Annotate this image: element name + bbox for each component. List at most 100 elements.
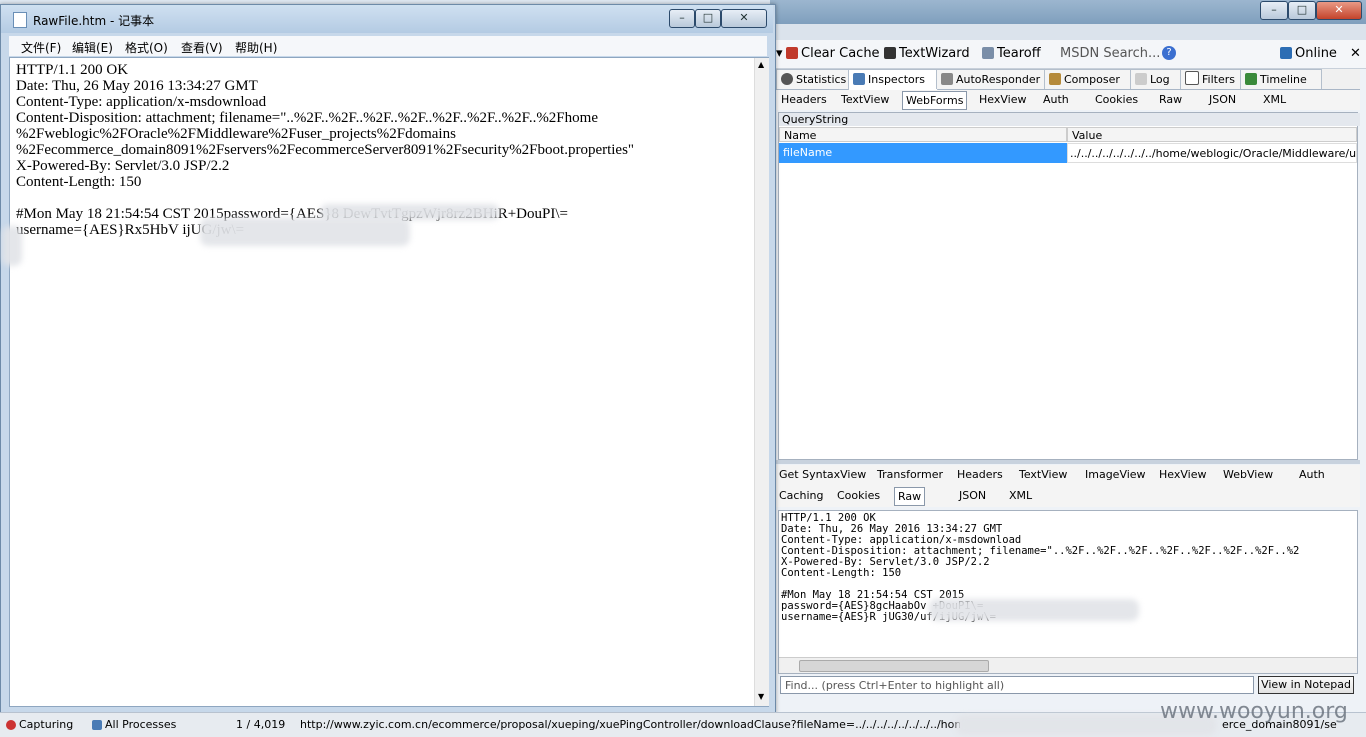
resp-tab-headers[interactable]: Headers bbox=[954, 466, 1006, 483]
notepad-line: HTTP/1.1 200 OK bbox=[16, 62, 129, 78]
req-tab-webforms[interactable]: WebForms bbox=[902, 91, 968, 110]
notepad-maximize-button[interactable]: □ bbox=[695, 9, 721, 28]
tab-autoresponder[interactable]: AutoResponder bbox=[936, 69, 1046, 89]
redaction-blur bbox=[929, 599, 1139, 621]
textwizard-button[interactable]: TextWizard bbox=[884, 46, 970, 61]
req-tab-xml[interactable]: XML bbox=[1260, 91, 1289, 108]
req-tab-raw[interactable]: Raw bbox=[1156, 91, 1185, 108]
querystring-row-name[interactable]: fileName bbox=[779, 143, 1067, 163]
notepad-line: Date: Thu, 26 May 2016 13:34:27 GMT bbox=[16, 78, 258, 94]
online-label: Online bbox=[1295, 46, 1337, 61]
req-tab-json[interactable]: JSON bbox=[1206, 91, 1239, 108]
fiddler-minimize-button[interactable]: – bbox=[1260, 1, 1288, 20]
response-raw-panel[interactable]: HTTP/1.1 200 OK Date: Thu, 26 May 2016 13… bbox=[778, 510, 1358, 674]
composer-icon bbox=[1049, 73, 1061, 85]
filters-checkbox-icon bbox=[1185, 71, 1199, 85]
resp-tab-raw[interactable]: Raw bbox=[894, 487, 926, 506]
log-icon bbox=[1135, 73, 1147, 85]
process-filter-label: All Processes bbox=[105, 718, 177, 731]
tab-inspectors-label: Inspectors bbox=[868, 73, 926, 86]
watermark: www.wooyun.org bbox=[1160, 699, 1348, 724]
notepad-line: Content-Disposition: attachment; filenam… bbox=[16, 110, 598, 126]
fiddler-menubar bbox=[770, 24, 1366, 40]
req-tab-headers[interactable]: Headers bbox=[778, 91, 830, 108]
tab-timeline[interactable]: Timeline bbox=[1240, 69, 1322, 89]
resp-tab-imageview[interactable]: ImageView bbox=[1082, 466, 1149, 483]
querystring-row-value[interactable]: ../../../../../../../../home/weblogic/Or… bbox=[1067, 143, 1357, 163]
main-tabs: Statistics Inspectors AutoResponder Comp… bbox=[776, 69, 1360, 90]
menu-help[interactable]: 帮助(H) bbox=[235, 39, 277, 56]
column-header-value[interactable]: Value bbox=[1067, 127, 1357, 142]
tab-statistics-label: Statistics bbox=[796, 73, 847, 86]
tab-composer-label: Composer bbox=[1064, 73, 1120, 86]
capturing-icon bbox=[6, 720, 16, 730]
fiddler-window: – □ ✕ ▾ Clear Cache TextWizard Tearoff M… bbox=[770, 0, 1366, 736]
querystring-panel: QueryString Name Value fileName ../../..… bbox=[778, 112, 1360, 460]
fiddler-toolbar: ▾ Clear Cache TextWizard Tearoff MSDN Se… bbox=[770, 40, 1366, 69]
notepad-text-area[interactable]: HTTP/1.1 200 OK Date: Thu, 26 May 2016 13… bbox=[2, 57, 769, 707]
hscroll-thumb[interactable] bbox=[799, 660, 989, 672]
scroll-down-arrow-icon[interactable]: ▼ bbox=[758, 692, 764, 701]
fiddler-maximize-button[interactable]: □ bbox=[1288, 1, 1316, 20]
find-input[interactable]: Find... (press Ctrl+Enter to highlight a… bbox=[780, 676, 1254, 694]
panel-splitter[interactable] bbox=[776, 460, 1360, 464]
tab-statistics[interactable]: Statistics bbox=[776, 69, 850, 89]
menu-format[interactable]: 格式(O) bbox=[125, 39, 168, 56]
resp-tab-cookies[interactable]: Cookies bbox=[834, 487, 883, 504]
tab-composer[interactable]: Composer bbox=[1044, 69, 1134, 89]
resp-tab-hexview[interactable]: HexView bbox=[1156, 466, 1209, 483]
notepad-close-button[interactable]: ✕ bbox=[721, 9, 767, 28]
resp-tab-webview[interactable]: WebView bbox=[1220, 466, 1276, 483]
menu-edit[interactable]: 编辑(E) bbox=[72, 39, 113, 56]
scroll-up-arrow-icon[interactable]: ▲ bbox=[758, 60, 764, 69]
resp-tab-textview[interactable]: TextView bbox=[1016, 466, 1070, 483]
notepad-vscrollbar[interactable]: ▲ ▼ bbox=[754, 58, 769, 706]
notepad-minimize-button[interactable]: – bbox=[669, 9, 695, 28]
clear-cache-icon bbox=[786, 47, 798, 59]
resp-tab-auth[interactable]: Auth bbox=[1296, 466, 1328, 483]
capturing-indicator[interactable]: Capturing bbox=[6, 718, 73, 731]
view-in-notepad-button[interactable]: View in Notepad bbox=[1258, 676, 1354, 694]
tab-autoresponder-label: AutoResponder bbox=[956, 73, 1041, 86]
help-icon[interactable]: ? bbox=[1162, 46, 1176, 60]
textwizard-icon bbox=[884, 47, 896, 59]
tearoff-button[interactable]: Tearoff bbox=[982, 46, 1041, 61]
notepad-line: %2Fecommerce_domain8091%2Fservers%2Fecom… bbox=[16, 142, 635, 158]
notepad-line: X-Powered-By: Servlet/3.0 JSP/2.2 bbox=[16, 158, 230, 174]
online-icon bbox=[1280, 47, 1292, 59]
resp-tab-caching[interactable]: Caching bbox=[776, 487, 826, 504]
process-filter[interactable]: All Processes bbox=[92, 718, 176, 731]
querystring-header: QueryString bbox=[779, 113, 1360, 126]
menu-view[interactable]: 查看(V) bbox=[181, 39, 223, 56]
tab-log[interactable]: Log bbox=[1130, 69, 1186, 89]
request-tabs: Headers TextView WebForms HexView Auth C… bbox=[776, 90, 1360, 110]
tab-inspectors[interactable]: Inspectors bbox=[848, 69, 938, 90]
toolbar-close-icon[interactable]: ✕ bbox=[1350, 46, 1361, 61]
req-tab-auth[interactable]: Auth bbox=[1040, 91, 1072, 108]
clear-cache-label: Clear Cache bbox=[801, 46, 880, 61]
toolbar-dropdown-arrow[interactable]: ▾ bbox=[776, 46, 783, 61]
online-indicator[interactable]: Online bbox=[1280, 46, 1337, 61]
notepad-title: RawFile.htm - 记事本 bbox=[33, 14, 155, 28]
menu-file[interactable]: 文件(F) bbox=[21, 39, 61, 56]
req-tab-cookies[interactable]: Cookies bbox=[1092, 91, 1141, 108]
req-tab-textview[interactable]: TextView bbox=[838, 91, 892, 108]
column-header-name[interactable]: Name bbox=[779, 127, 1067, 142]
autoresponder-icon bbox=[941, 73, 953, 85]
statistics-icon bbox=[781, 73, 793, 85]
fiddler-close-button[interactable]: ✕ bbox=[1316, 1, 1362, 20]
resp-tab-xml[interactable]: XML bbox=[1006, 487, 1035, 504]
response-hscrollbar[interactable] bbox=[779, 657, 1357, 673]
tab-filters[interactable]: Filters bbox=[1180, 69, 1244, 89]
notepad-line: Content-Length: 150 bbox=[16, 174, 142, 190]
clear-cache-button[interactable]: Clear Cache bbox=[786, 46, 880, 61]
notepad-window: RawFile.htm - 记事本 – □ ✕ 文件(F) 编辑(E) 格式(O… bbox=[0, 4, 776, 714]
req-tab-hexview[interactable]: HexView bbox=[976, 91, 1029, 108]
resp-tab-syntaxview[interactable]: Get SyntaxView bbox=[776, 466, 869, 483]
resp-tab-json[interactable]: JSON bbox=[956, 487, 989, 504]
notepad-titlebar[interactable]: RawFile.htm - 记事本 – □ ✕ bbox=[1, 5, 773, 33]
msdn-search-box[interactable]: MSDN Search... bbox=[1060, 46, 1160, 61]
resp-tab-transformer[interactable]: Transformer bbox=[874, 466, 946, 483]
inspectors-icon bbox=[853, 73, 865, 85]
tearoff-icon bbox=[982, 47, 994, 59]
